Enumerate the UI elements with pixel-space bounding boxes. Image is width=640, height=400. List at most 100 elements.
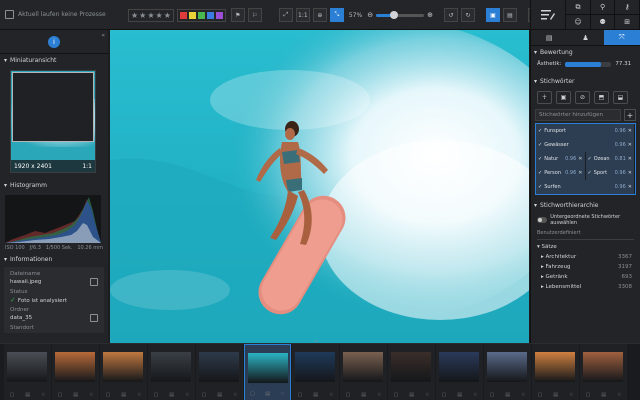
fit-button[interactable]: ⤡ xyxy=(329,8,344,22)
color-label-yellow[interactable] xyxy=(188,11,196,19)
category-item[interactable]: ▸ Lebensmittel 3308 xyxy=(531,282,640,292)
import-keyword-icon[interactable]: ⬒ xyxy=(594,91,609,104)
thumbnail-action-icon[interactable]: ▤ xyxy=(361,392,366,398)
thumbnail-action-icon[interactable]: ▤ xyxy=(409,392,414,398)
filmstrip-thumbnail[interactable]: ▢ ▤ ☆ xyxy=(196,344,243,400)
color-label-blue[interactable] xyxy=(206,11,214,19)
user-defined-field[interactable]: Benutzerdefiniert xyxy=(537,230,634,240)
zoom-out-icon[interactable]: ⊖ xyxy=(367,11,373,19)
filmstrip-thumbnail[interactable]: ▢ ▤ ☆ xyxy=(292,344,339,400)
tab-person[interactable]: ♟ xyxy=(567,30,603,45)
thumbnail-action-icon[interactable]: ▤ xyxy=(121,392,126,398)
remove-keyword-icon[interactable]: ✕ xyxy=(578,170,582,176)
face-icon[interactable]: ☺ xyxy=(566,15,591,30)
filmstrip-thumbnail[interactable]: ▢ ▤ ☆ xyxy=(580,344,627,400)
thumbnail-action-icon[interactable]: ▤ xyxy=(25,392,30,398)
thumbnail-action-icon[interactable]: ▤ xyxy=(601,392,606,398)
sub-keyword-toggle[interactable] xyxy=(537,217,548,223)
thumbnail-action-icon[interactable]: ▢ xyxy=(58,392,63,398)
zoom-slider-handle[interactable] xyxy=(390,10,399,19)
people-icon[interactable]: ⚉ xyxy=(590,15,616,30)
thumbnail-action-icon[interactable]: ▢ xyxy=(154,392,159,398)
remove-keyword-icon[interactable]: ✕ xyxy=(628,142,632,148)
export-keyword-icon[interactable]: ⬓ xyxy=(613,91,628,104)
tab-details[interactable]: ▤ xyxy=(531,30,567,45)
filmstrip-thumbnail[interactable]: ▢ ▤ ☆ xyxy=(388,344,435,400)
thumbnail-action-icon[interactable]: ▢ xyxy=(346,392,351,398)
star-icon[interactable]: ★ xyxy=(156,11,163,20)
star-icon[interactable]: ★ xyxy=(139,11,146,20)
thumbnail-action-icon[interactable]: ▢ xyxy=(394,392,399,398)
thumbnail-action-icon[interactable]: ☆ xyxy=(233,392,237,398)
keyword-input[interactable]: Stichwörter hinzufügen xyxy=(535,109,621,121)
rotate-right-button[interactable]: ↻ xyxy=(460,8,475,22)
thumbnail-action-icon[interactable]: ▤ xyxy=(505,392,510,398)
location-pin-icon[interactable]: ⚲ xyxy=(590,0,616,15)
copy-icon[interactable] xyxy=(90,314,98,322)
hide-keyword-icon[interactable]: ⊘ xyxy=(575,91,590,104)
compare-view-button[interactable]: ▤ xyxy=(502,8,517,22)
fit-screen-button[interactable]: ⤢ xyxy=(278,8,293,22)
filmstrip-thumbnail[interactable]: ▢ ▤ ☆ xyxy=(244,344,291,400)
remove-keyword-icon[interactable]: ✕ xyxy=(578,156,582,162)
thumbnail-action-icon[interactable]: ▢ xyxy=(490,392,495,398)
thumbnail-action-icon[interactable]: ▤ xyxy=(217,392,222,398)
thumbnail-action-icon[interactable]: ☆ xyxy=(89,392,93,398)
flag-icon[interactable]: ⚑ xyxy=(230,8,245,22)
thumbnail-action-icon[interactable]: ▢ xyxy=(250,391,255,397)
remove-keyword-icon[interactable]: ✕ xyxy=(628,170,632,176)
star-icon[interactable]: ★ xyxy=(164,11,171,20)
keyword-chip[interactable]: ✓ Ozean 0.81 ✕ xyxy=(585,151,635,166)
keyword-chip[interactable]: ✓ Natur 0.96 ✕ xyxy=(536,151,586,166)
thumbnail-action-icon[interactable]: ▢ xyxy=(586,392,591,398)
filmstrip-thumbnail[interactable]: ▢ ▤ ☆ xyxy=(4,344,51,400)
zoom-slider[interactable] xyxy=(376,10,425,19)
histogram-section-header[interactable]: ▾ Histogramm xyxy=(0,179,108,191)
keywords-section-header[interactable]: ▾ Stichwörter xyxy=(531,75,640,88)
collapse-left-icon[interactable]: « xyxy=(101,32,105,39)
thumbnail-action-icon[interactable]: ☆ xyxy=(41,392,45,398)
category-item[interactable]: ▸ Architektur 3367 xyxy=(531,252,640,262)
filmstrip-thumbnail[interactable]: ▢ ▤ ☆ xyxy=(340,344,387,400)
rotate-left-button[interactable]: ↺ xyxy=(443,8,458,22)
key-icon[interactable]: ⚷ xyxy=(615,0,640,15)
category-item[interactable]: ▸ Getränk 693 xyxy=(531,272,640,282)
filmstrip-thumbnail[interactable]: ▢ ▤ ☆ xyxy=(100,344,147,400)
fill-button[interactable]: ⊕ xyxy=(312,8,327,22)
thumbnail-action-icon[interactable]: ▢ xyxy=(10,392,15,398)
grid-icon[interactable]: ⊞ xyxy=(615,15,640,30)
reject-icon[interactable]: ⚐ xyxy=(247,8,262,22)
filmstrip-thumbnail[interactable]: ▢ ▤ ☆ xyxy=(484,344,531,400)
thumbnail-preview[interactable]: 1920 x 2401 1:1 xyxy=(10,70,96,173)
thumbnail-action-icon[interactable]: ▤ xyxy=(553,392,558,398)
thumbnail-action-icon[interactable]: ☆ xyxy=(521,392,525,398)
remove-keyword-icon[interactable]: ✕ xyxy=(628,184,632,190)
keyword-chip[interactable]: ✓ Gewässer 0.96 ✕ xyxy=(536,137,635,152)
filmstrip-thumbnail[interactable]: ▢ ▤ ☆ xyxy=(532,344,579,400)
keyword-chip[interactable]: ✓ Person 0.96 ✕ xyxy=(536,165,586,180)
thumbnail-action-icon[interactable]: ☆ xyxy=(185,392,189,398)
filmstrip-thumbnail[interactable]: ▢ ▤ ☆ xyxy=(436,344,483,400)
thumbnail-action-icon[interactable]: ▢ xyxy=(538,392,543,398)
thumbnail-action-icon[interactable]: ▤ xyxy=(73,392,78,398)
thumbnail-action-icon[interactable]: ▤ xyxy=(457,392,462,398)
thumbnail-action-icon[interactable]: ☆ xyxy=(377,392,381,398)
thumbnail-action-icon[interactable]: ☆ xyxy=(425,392,429,398)
thumbnail-action-icon[interactable]: ▢ xyxy=(298,392,303,398)
tab-keywords[interactable]: ⤧ xyxy=(603,30,640,45)
thumbnail-action-icon[interactable]: ▢ xyxy=(106,392,111,398)
thumbnail-action-icon[interactable]: ▢ xyxy=(202,392,207,398)
rating-stars[interactable]: ★ ★ ★ ★ ★ xyxy=(128,8,174,22)
copy-icon[interactable] xyxy=(90,278,98,286)
select-keyword-icon[interactable]: ▣ xyxy=(556,91,571,104)
zoom-1to1-button[interactable]: 1:1 xyxy=(295,8,310,22)
remove-keyword-icon[interactable]: ✕ xyxy=(628,128,632,134)
remove-keyword-icon[interactable]: ✕ xyxy=(628,156,632,162)
filmstrip-thumbnail[interactable]: ▢ ▤ ☆ xyxy=(52,344,99,400)
thumbnail-action-icon[interactable]: ▢ xyxy=(442,392,447,398)
category-item[interactable]: ▸ Fahrzeug 3197 xyxy=(531,262,640,272)
filmstrip-thumbnail[interactable]: ▢ ▤ ☆ xyxy=(148,344,195,400)
thumbnail-action-icon[interactable]: ☆ xyxy=(137,392,141,398)
add-keyword-button[interactable]: + xyxy=(624,109,636,121)
color-label-green[interactable] xyxy=(197,11,205,19)
